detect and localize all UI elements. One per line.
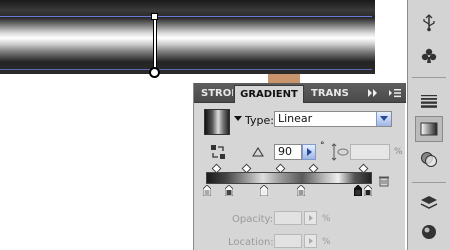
usb-icon[interactable]	[415, 10, 443, 36]
color-stop[interactable]	[364, 185, 372, 196]
gradient-slider[interactable]	[206, 172, 372, 184]
type-select[interactable]: Linear	[274, 111, 392, 127]
selection-bounds-top	[0, 16, 372, 17]
gradient-icon[interactable]	[415, 116, 443, 142]
degree-symbol: °	[320, 141, 325, 151]
dark-shape-top[interactable]	[0, 0, 375, 17]
angle-dropdown-button[interactable]	[302, 144, 316, 160]
panel-dock-strip	[407, 0, 450, 250]
color-stop-selected[interactable]	[354, 185, 362, 196]
divider	[412, 77, 446, 78]
opacity-percent-symbol: %	[322, 214, 331, 224]
transparency-icon[interactable]	[415, 146, 443, 172]
panel-tab-bar: STROKE GRADIENT TRANSPARENCY	[194, 83, 406, 103]
divider	[412, 182, 446, 183]
location-dropdown-button[interactable]	[304, 234, 317, 248]
location-percent-symbol: %	[322, 237, 331, 247]
panel-menu-icon[interactable]	[388, 86, 402, 100]
color-stop[interactable]	[203, 185, 211, 196]
gradient-annotator-line[interactable]	[154, 18, 156, 72]
color-stop[interactable]	[260, 185, 268, 196]
chevron-down-icon[interactable]	[234, 116, 242, 121]
layers-icon[interactable]	[415, 190, 443, 216]
opacity-label: Opacity:	[232, 214, 274, 225]
color-stop[interactable]	[225, 185, 233, 196]
opacity-dropdown-button[interactable]	[304, 211, 317, 225]
trash-icon[interactable]	[378, 175, 390, 187]
gradient-annotator-start-handle[interactable]	[151, 13, 158, 20]
stroke-icon[interactable]	[415, 88, 443, 114]
location-input[interactable]	[274, 234, 302, 248]
selection-bounds-bottom	[0, 69, 372, 70]
opacity-input[interactable]	[274, 211, 302, 225]
aspect-ratio-icon	[330, 143, 350, 161]
aspect-percent-symbol: %	[394, 147, 403, 157]
aspect-ratio-input[interactable]	[350, 144, 390, 160]
appearance-icon[interactable]	[415, 219, 443, 245]
chevron-down-icon[interactable]	[376, 112, 391, 126]
reverse-gradient-icon[interactable]	[210, 144, 226, 160]
double-chevron-right-icon[interactable]	[366, 86, 380, 100]
color-stop[interactable]	[297, 185, 305, 196]
angle-input[interactable]: 90	[274, 144, 302, 160]
type-select-value: Linear	[278, 112, 313, 125]
type-label: Type:	[245, 114, 274, 127]
tab-gradient[interactable]: GRADIENT	[234, 85, 304, 103]
gradient-preview-swatch[interactable]	[204, 109, 230, 135]
tab-transparency[interactable]: TRANSPARENCY	[308, 85, 348, 103]
gradient-annotator-end-handle[interactable]	[149, 67, 160, 78]
angle-icon	[252, 147, 264, 157]
gradient-panel: STROKE GRADIENT TRANSPARENCY Type: Linea…	[193, 83, 406, 250]
tab-stroke[interactable]: STROKE	[198, 85, 233, 103]
club-icon[interactable]	[415, 43, 443, 69]
location-label: Location:	[228, 237, 274, 248]
